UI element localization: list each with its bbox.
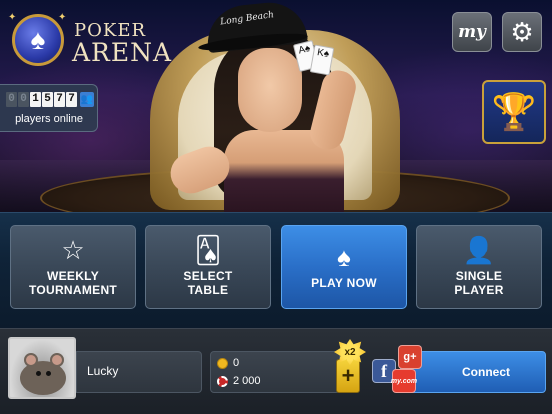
leaderboard-button[interactable]: 🏆 — [482, 80, 546, 144]
menu-label-line2: TOURNAMENT — [28, 283, 118, 297]
plus-label: + — [341, 363, 355, 388]
digit: 1 — [30, 92, 41, 107]
player-name-box[interactable]: Lucky — [76, 351, 202, 393]
play-now-button[interactable]: ♠ PLAY NOW — [281, 225, 407, 309]
avatar[interactable] — [8, 337, 76, 399]
balance-box: 0 2 000 — [210, 351, 340, 393]
add-funds-button[interactable]: + — [336, 359, 360, 393]
menu-label-line2: TABLE — [187, 283, 229, 297]
main-menu: ☆ WEEKLY TOURNAMENT 🂡 SELECT TABLE ♠ PLA… — [0, 212, 552, 328]
google-plus-icon[interactable]: g+ — [398, 345, 422, 369]
connect-label: Connect — [462, 365, 510, 379]
menu-label-line1: PLAY NOW — [311, 276, 377, 290]
chip-balance: 2 000 — [233, 375, 261, 387]
players-online-counter: 0 0 1 5 7 7 👥 players online — [0, 84, 98, 132]
star-icon: ☆ — [61, 235, 85, 265]
single-player-button[interactable]: 👤 SINGLE PLAYER — [416, 225, 542, 309]
x2-label: x2 — [344, 346, 356, 358]
spade-icon: ♠ — [337, 242, 351, 272]
logo-text-arena: ARENA — [72, 38, 173, 67]
logo-badge: ♠ — [12, 14, 64, 66]
cards-icon: 🂡 — [194, 235, 222, 265]
settings-button[interactable]: ⚙ — [502, 12, 542, 52]
menu-label-line1: SELECT — [183, 269, 233, 283]
menu-label-line2: PLAYER — [454, 283, 504, 297]
mycom-label: my.com — [390, 377, 418, 385]
google-plus-label: g+ — [403, 351, 417, 363]
rat-eye — [36, 371, 41, 376]
weekly-tournament-button[interactable]: ☆ WEEKLY TOURNAMENT — [10, 225, 136, 309]
digit: 0 — [6, 92, 17, 107]
coin-balance: 0 — [233, 357, 240, 369]
mycom-icon[interactable]: my.com — [390, 369, 418, 393]
my-label: my — [458, 22, 486, 42]
star-icon: ✦ — [8, 12, 17, 23]
player-bar: Lucky 0 2 000 + x2 Connect f g+ my.com — [0, 328, 552, 414]
digit: 5 — [42, 92, 53, 107]
poker-arena-logo: ♠ ✦ ✦ POKER ARENA — [8, 12, 171, 68]
star-icon: ✦ — [58, 12, 67, 23]
my-profile-button[interactable]: my — [452, 12, 492, 52]
trophy-icon: 🏆 — [491, 91, 537, 132]
spade-icon: ♠ — [30, 24, 46, 55]
gear-icon: ⚙ — [510, 17, 534, 47]
digit: 0 — [18, 92, 29, 107]
menu-label-line1: SINGLE — [455, 269, 503, 283]
chip-icon — [217, 376, 228, 387]
digit: 7 — [54, 92, 65, 107]
rat-ear — [50, 353, 64, 367]
online-digits: 0 0 1 5 7 7 — [6, 92, 78, 107]
select-table-button[interactable]: 🂡 SELECT TABLE — [145, 225, 271, 309]
facebook-letter: f — [381, 360, 387, 381]
players-online-label: players online — [15, 113, 83, 125]
digit: 7 — [66, 92, 77, 107]
player-name: Lucky — [87, 364, 119, 378]
person-icon: 👤 — [462, 235, 496, 265]
people-icon: 👥 — [80, 92, 94, 107]
menu-label-line1: WEEKLY — [46, 269, 100, 283]
rat-ear — [24, 353, 38, 367]
rat-eye — [46, 371, 51, 376]
host-face — [238, 48, 302, 132]
coin-icon — [217, 358, 228, 369]
